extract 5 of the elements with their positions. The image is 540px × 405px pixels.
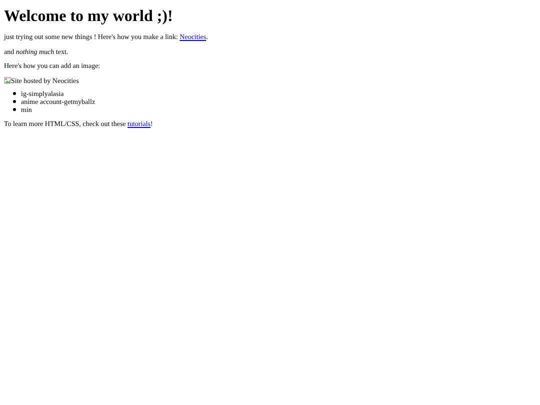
bullet-icon: [13, 100, 16, 103]
page-heading: Welcome to my world ;)!: [4, 8, 174, 26]
bullet-icon: [13, 92, 16, 95]
bullet-icon: [13, 108, 16, 111]
broken-image-icon: [4, 77, 11, 84]
